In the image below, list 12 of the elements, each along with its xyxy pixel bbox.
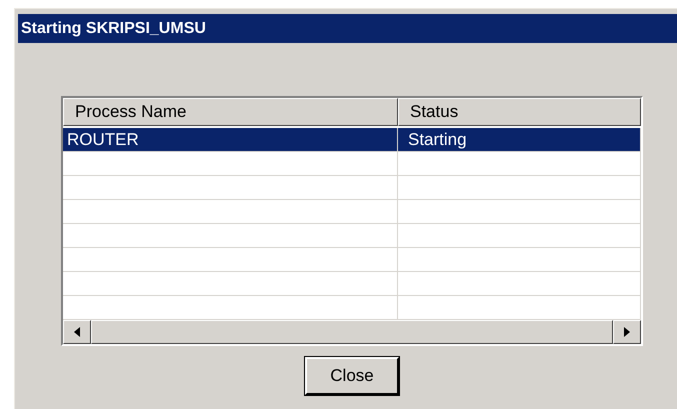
right-arrow-icon [624, 327, 630, 337]
table-cell: Starting [398, 128, 641, 151]
table-row[interactable]: ROUTER Starting [63, 128, 641, 152]
column-header[interactable]: Process Name [63, 98, 398, 126]
table-cell: ROUTER [63, 128, 398, 151]
horizontal-scrollbar[interactable] [63, 320, 641, 344]
scroll-right-button[interactable] [613, 320, 641, 344]
scroll-left-button[interactable] [63, 320, 91, 344]
window-title: Starting SKRIPSI_UMSU [21, 20, 206, 38]
left-arrow-icon [74, 327, 80, 337]
close-button[interactable]: Close [305, 357, 399, 395]
column-header[interactable]: Status [398, 98, 641, 126]
